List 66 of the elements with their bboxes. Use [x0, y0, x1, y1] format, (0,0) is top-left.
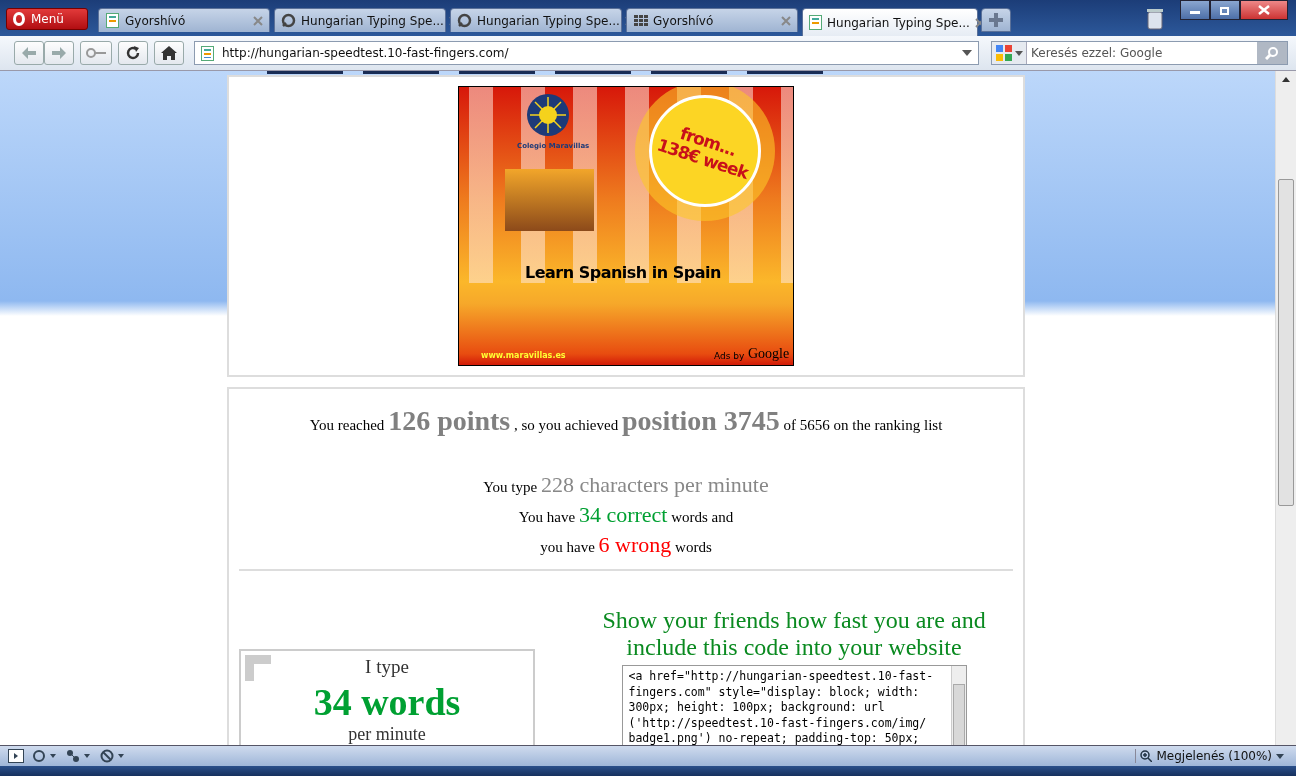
reload-icon	[125, 45, 141, 61]
caret-icon	[1276, 753, 1284, 759]
code-line: badge1.png') no-repeat; padding-top: 50px;	[628, 731, 920, 745]
key-button[interactable]	[80, 41, 112, 65]
code-line: <a href="http://hungarian-speedtest.10-fast-	[628, 669, 934, 685]
page-icon	[201, 45, 214, 61]
page-icon	[106, 13, 119, 28]
plus-icon	[989, 13, 1003, 27]
code-line: fingers.com" style="display: block; width:	[628, 684, 920, 700]
circle-icon	[281, 13, 296, 28]
search-box[interactable]: Keresés ezzel: Google	[991, 41, 1288, 65]
forward-arrow-icon	[52, 47, 66, 59]
scroll-up-icon[interactable]	[1282, 77, 1290, 82]
sync-icon[interactable]	[32, 749, 58, 763]
tab-title: Gyorshívó	[125, 13, 187, 28]
restore-button[interactable]	[1210, 0, 1240, 20]
zoom-icon	[1140, 750, 1153, 762]
ad-headline: Learn Spanish in Spain	[525, 263, 721, 282]
trash-icon[interactable]	[1147, 8, 1163, 30]
tab-title: Hungarian Typing Spe...	[827, 15, 970, 30]
emblem-icon	[526, 93, 570, 137]
page-icon	[809, 15, 822, 30]
tab-title: Hungarian Typing Spe...	[477, 13, 620, 28]
network-icon[interactable]	[66, 749, 92, 763]
address-field[interactable]: http://hungarian-speedtest.10-fast-fingers.com/	[194, 41, 979, 65]
restore-icon	[1220, 5, 1230, 15]
share-heading: Show your friends how fast you are and include this code into your website	[601, 607, 987, 661]
speed-sentence: You have 34 correct words and	[518, 501, 734, 529]
key-icon	[86, 48, 106, 58]
ads-by-label: Ads by	[714, 351, 745, 361]
badge-words: 34 words	[313, 680, 461, 724]
page-scrollbar[interactable]	[1275, 71, 1296, 745]
dropdown-caret-icon[interactable]	[962, 50, 972, 56]
home-icon	[161, 46, 177, 60]
ad-url: www.maravillas.es	[481, 351, 566, 360]
caret-icon	[1015, 50, 1023, 56]
speed-sentence: You type 228 characters per minute	[483, 471, 769, 499]
code-line: ('http://speedtest.10-fast-fingers.com/img/	[628, 715, 927, 731]
panel-toggle-icon[interactable]	[8, 749, 24, 763]
tab-title: Gyorshívó	[653, 13, 715, 28]
browser-tab[interactable]: Gyorshívó	[98, 8, 270, 32]
points-sentence: You reached 126 points, so you achieved position 3745 of 5656 on the ranking list	[308, 405, 944, 437]
speed-sentence: you have 6 wrong words	[540, 531, 712, 559]
home-button[interactable]	[154, 41, 184, 65]
close-icon	[1258, 5, 1270, 15]
search-engine-icon	[995, 44, 1013, 62]
circle-icon	[457, 13, 472, 28]
menu-button[interactable]: Menü	[6, 8, 88, 30]
block-icon[interactable]	[100, 749, 126, 763]
badge-intro: I type	[365, 656, 409, 678]
minimize-button[interactable]	[1180, 0, 1210, 20]
ads-brand-label: Google	[748, 346, 790, 362]
scrollbar[interactable]	[950, 666, 966, 745]
tab-title: Hungarian Typing Spe...	[301, 13, 444, 28]
new-tab-button[interactable]	[981, 8, 1011, 32]
reload-button[interactable]	[118, 41, 148, 65]
browser-tab[interactable]: Gyorshívó	[626, 8, 798, 32]
search-engine-selector[interactable]	[992, 42, 1027, 64]
grid-icon	[633, 13, 648, 28]
back-arrow-icon	[22, 47, 36, 59]
badge-unit: per minute	[348, 724, 426, 744]
zoom-button[interactable]: Megjelenés (100%)	[1135, 749, 1288, 763]
code-line: 300px; height: 100px; background: url	[628, 700, 885, 716]
browser-tab[interactable]: Hungarian Typing Spe...	[802, 8, 978, 36]
close-button[interactable]	[1240, 0, 1288, 20]
corner-icon	[245, 655, 271, 681]
